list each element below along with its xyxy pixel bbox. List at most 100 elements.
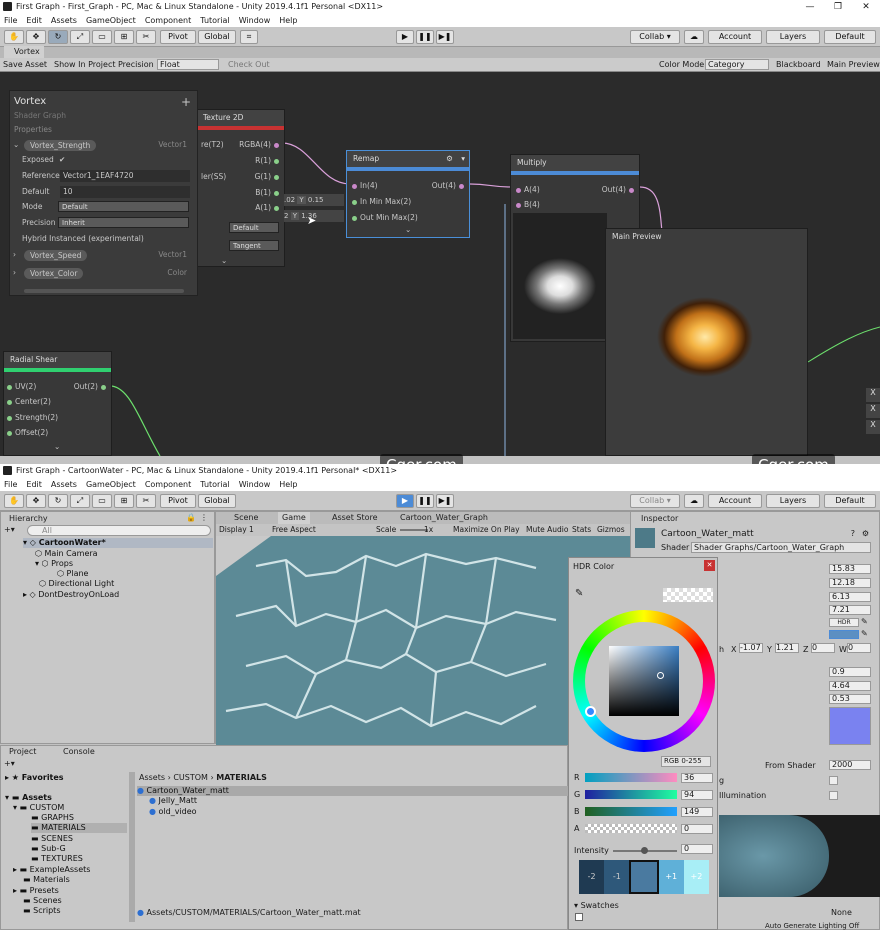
- rect-tool-icon[interactable]: ▭: [92, 494, 112, 508]
- main-preview-toggle[interactable]: Main Preview: [827, 60, 880, 69]
- eyedropper-icon[interactable]: ✎: [861, 629, 868, 638]
- favorites-folder[interactable]: ▸ ★ Favorites: [5, 773, 64, 783]
- exposed-row[interactable]: Exposed ✔: [10, 154, 197, 166]
- folder-scenes[interactable]: ▬ SCENES: [31, 834, 73, 844]
- a-output-port[interactable]: A(1): [255, 203, 282, 213]
- expand-icon[interactable]: ⌄: [13, 139, 19, 151]
- hdr-color-swatch-1[interactable]: HDR: [829, 618, 859, 627]
- transform-tool-icon[interactable]: ⊞: [114, 30, 134, 44]
- float-field-4[interactable]: 7.21: [829, 605, 871, 615]
- rotate-tool-icon[interactable]: ↻: [48, 30, 68, 44]
- rect-tool-icon[interactable]: ▭: [92, 30, 112, 44]
- float-field-5[interactable]: 0.9: [829, 667, 871, 677]
- file-old-video[interactable]: ● old_video: [149, 807, 197, 817]
- hybrid-row[interactable]: Hybrid Instanced (experimental): [10, 233, 197, 245]
- collapse-chevron-icon[interactable]: ⌄: [54, 442, 60, 451]
- kebab-menu-icon[interactable]: ⋮: [200, 513, 208, 522]
- r-value[interactable]: 36: [681, 773, 713, 783]
- float-field-3[interactable]: 6.13: [829, 592, 871, 602]
- gizmos-toggle[interactable]: Gizmos: [597, 524, 625, 536]
- default-field[interactable]: 10: [60, 186, 190, 198]
- out-output-port[interactable]: Out(2): [74, 382, 109, 392]
- x-value[interactable]: 2: [284, 212, 288, 220]
- folder-example-assets[interactable]: ▸ ▬ ExampleAssets: [13, 865, 90, 875]
- y-value[interactable]: 0.15: [308, 196, 324, 204]
- menu-item-tutorial[interactable]: Tutorial: [200, 478, 229, 491]
- hierarchy-item-props[interactable]: ▾ ⬡ Props: [35, 559, 73, 569]
- tab-cartoon-water-graph[interactable]: Cartoon_Water_Graph: [396, 512, 492, 524]
- menu-item-help[interactable]: Help: [279, 478, 297, 491]
- account-dropdown[interactable]: Account: [708, 494, 762, 508]
- remap-node[interactable]: Remap ⚙ ▾ In(4) In Min Max(2) Out Min Max(…: [346, 150, 470, 238]
- stop-zero[interactable]: [629, 860, 659, 894]
- snap-icon[interactable]: ⌗: [240, 30, 258, 44]
- property-vortex-speed[interactable]: › Vortex_Speed Vector1: [10, 249, 197, 261]
- menu-item-gameobject[interactable]: GameObject: [86, 14, 136, 27]
- play-button[interactable]: ▶: [396, 494, 414, 508]
- color-cursor[interactable]: [657, 672, 664, 679]
- menu-item-file[interactable]: File: [4, 478, 17, 491]
- folder-textures[interactable]: ▬ TEXTURES: [31, 854, 83, 864]
- hand-tool-icon[interactable]: ✋: [4, 30, 24, 44]
- tab-game[interactable]: Game: [278, 512, 310, 524]
- tab-project[interactable]: Project: [5, 746, 40, 758]
- layers-dropdown[interactable]: Layers: [766, 30, 820, 44]
- float-field-1[interactable]: 15.83: [829, 564, 871, 574]
- hdr-color-picker-window[interactable]: HDR Color ✕ ✎ RGB 0-255 R 36 G 94 B 149 …: [568, 557, 718, 930]
- offset-input-port[interactable]: Offset(2): [4, 428, 48, 438]
- cloud-icon[interactable]: ☁: [684, 494, 704, 508]
- show-in-project-button[interactable]: Show In Project: [54, 60, 115, 69]
- hue-cursor[interactable]: [585, 706, 596, 717]
- stats-toggle[interactable]: Stats: [572, 524, 591, 536]
- assets-folder[interactable]: ▾ ▬ Assets: [5, 793, 52, 803]
- hdr-color-swatch-2[interactable]: [829, 630, 859, 639]
- mute-audio-toggle[interactable]: Mute Audio: [526, 524, 568, 536]
- stop-minus-1[interactable]: -1: [604, 860, 630, 894]
- global-button[interactable]: Global: [198, 30, 236, 44]
- radial-shear-node[interactable]: Radial Shear UV(2) Center(2) Strength(2)…: [3, 351, 112, 456]
- property-pill[interactable]: Vortex_Strength: [24, 140, 97, 151]
- remap-in-minmax-inline[interactable]: .02 Y 0.15: [284, 194, 344, 206]
- r-output-port[interactable]: R(1): [255, 156, 282, 166]
- a-input-port[interactable]: A(4): [513, 185, 540, 195]
- in-input-port[interactable]: In(4): [349, 181, 378, 191]
- saturation-value-square[interactable]: [609, 646, 679, 716]
- texture-2d-node[interactable]: Texture 2D re(T2) ler(SS) RGBA(4) R(1) G…: [196, 109, 285, 267]
- aspect-dropdown[interactable]: Free Aspect: [272, 524, 316, 536]
- swatch-white[interactable]: [575, 913, 583, 921]
- folder-tree-scrollbar[interactable]: [129, 772, 135, 922]
- menu-item-help[interactable]: Help: [279, 14, 297, 27]
- eyedropper-icon[interactable]: ✎: [575, 588, 583, 599]
- blackboard-toggle[interactable]: Blackboard: [776, 60, 821, 69]
- color-mode-dropdown[interactable]: Category: [705, 59, 769, 70]
- vector-w-field[interactable]: 0: [847, 643, 871, 653]
- rgba-output-port[interactable]: RGBA(4): [239, 140, 282, 150]
- r-slider[interactable]: [585, 773, 677, 782]
- shader-graph-canvas[interactable]: Texture 2D re(T2) ler(SS) RGBA(4) R(1) G…: [0, 72, 880, 456]
- close-x-button[interactable]: X: [866, 420, 880, 434]
- breadcrumb-materials[interactable]: MATERIALS: [216, 773, 267, 782]
- render-queue-dropdown[interactable]: From Shader: [765, 761, 816, 770]
- blackboard-scrollbar[interactable]: [24, 289, 184, 293]
- eyedropper-icon[interactable]: ✎: [861, 617, 868, 626]
- type-dropdown[interactable]: Default: [229, 222, 279, 233]
- file-cartoon-water-matt[interactable]: ● Cartoon_Water_matt: [137, 786, 569, 796]
- menu-item-edit[interactable]: Edit: [26, 478, 42, 491]
- menu-item-edit[interactable]: Edit: [26, 14, 42, 27]
- help-icon[interactable]: ?: [851, 529, 855, 538]
- minimize-icon[interactable]: —: [796, 0, 824, 14]
- folder-scenes-root[interactable]: ▬ Scenes: [23, 896, 62, 906]
- hierarchy-item-dontdestroy[interactable]: ▸ ◇ DontDestroyOnLoad: [23, 590, 119, 600]
- precision-dropdown[interactable]: Float: [157, 59, 219, 70]
- lock-icon[interactable]: 🔒: [186, 513, 196, 522]
- expand-icon[interactable]: ›: [13, 267, 16, 279]
- texture-input-port[interactable]: re(T2): [201, 140, 224, 150]
- tab-asset-store[interactable]: Asset Store: [328, 512, 382, 524]
- maximize-on-play-toggle[interactable]: Maximize On Play: [453, 524, 520, 536]
- precision-dropdown[interactable]: Inherit: [58, 217, 189, 228]
- tab-vortex[interactable]: Vortex: [4, 46, 44, 58]
- cloud-icon[interactable]: ☁: [684, 30, 704, 44]
- collapse-chevron-icon[interactable]: ⌄: [221, 256, 227, 265]
- pause-button[interactable]: ❚❚: [416, 30, 434, 44]
- texture-color-preview[interactable]: [829, 707, 871, 745]
